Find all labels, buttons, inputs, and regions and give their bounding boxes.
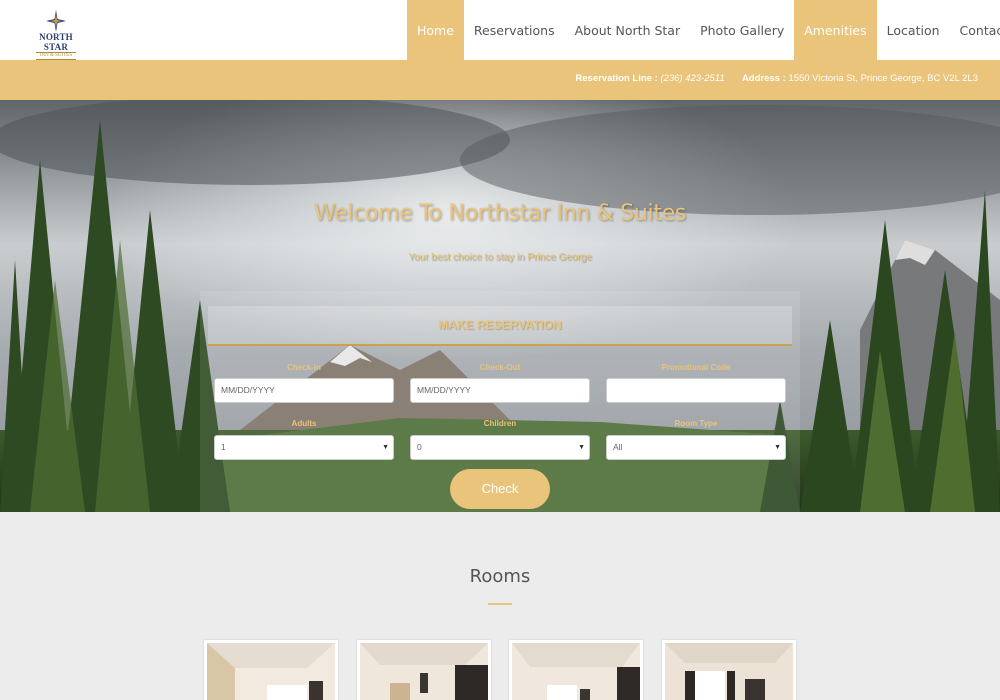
room-photo xyxy=(512,643,640,700)
room-card[interactable] xyxy=(357,640,491,700)
logo-subtitle: INN & SUITES xyxy=(36,52,76,60)
room-card[interactable] xyxy=(662,640,796,700)
rooms-heading: Rooms xyxy=(469,566,531,587)
reservation-form: MAKE RESERVATION Check-in Check-Out Prom… xyxy=(200,291,800,512)
adults-value: 1 xyxy=(221,442,226,452)
nav-reservations[interactable]: Reservations xyxy=(464,0,565,60)
checkin-date-input[interactable]: MM/DD/YYYY xyxy=(214,378,394,403)
caret-down-icon: ▼ xyxy=(774,444,781,451)
checkout-label: Check-Out xyxy=(479,363,521,372)
caret-down-icon: ▼ xyxy=(382,444,389,451)
room-photo xyxy=(360,643,488,700)
rooms-divider xyxy=(488,603,512,605)
nav-contact[interactable]: Contact Us xyxy=(950,0,1000,60)
hero-title: Welcome To Northstar Inn & Suites xyxy=(313,201,687,226)
contact-info-bar: Reservation Line : (236) 423-2511 Addres… xyxy=(0,60,1000,100)
children-value: 0 xyxy=(417,442,422,452)
hero-banner: Welcome To Northstar Inn & Suites Your b… xyxy=(0,100,1000,512)
logo-name: NORTH STAR xyxy=(39,32,73,52)
hero-subtitle: Your best choice to stay in Prince Georg… xyxy=(408,252,592,263)
site-logo[interactable]: NORTH STAR INN & SUITES xyxy=(30,10,82,60)
nav-photo-gallery[interactable]: Photo Gallery xyxy=(690,0,794,60)
children-label: Children xyxy=(483,419,517,428)
room-card[interactable] xyxy=(204,640,338,700)
adults-label: Adults xyxy=(291,419,317,428)
check-availability-button[interactable]: Check Availability xyxy=(450,469,550,509)
room-photo xyxy=(207,643,335,700)
adults-select[interactable]: 1 ▼ xyxy=(214,435,394,460)
header: NORTH STAR INN & SUITES Home Reservation… xyxy=(0,0,1000,60)
main-nav: Home Reservations About North Star Photo… xyxy=(407,0,1000,60)
caret-down-icon: ▼ xyxy=(578,444,585,451)
reservation-form-heading: MAKE RESERVATION xyxy=(208,306,792,346)
nav-about[interactable]: About North Star xyxy=(565,0,691,60)
room-type-value: All xyxy=(613,442,623,452)
promo-label: Promotional Code xyxy=(661,363,731,372)
compass-star-icon xyxy=(46,10,66,32)
address-label: Address : xyxy=(741,73,786,84)
nav-location[interactable]: Location xyxy=(877,0,950,60)
reservation-line-label: Reservation Line : xyxy=(575,73,658,84)
contact-info: Reservation Line : (236) 423-2511 Addres… xyxy=(575,73,978,84)
checkout-date-input[interactable]: MM/DD/YYYY xyxy=(410,378,590,403)
promo-code-input[interactable] xyxy=(606,378,786,403)
address-value: 1550 Victoria St, Prince George, BC V2L … xyxy=(788,73,978,84)
nav-amenities[interactable]: Amenities xyxy=(794,0,877,60)
checkin-label: Check-in xyxy=(287,363,321,372)
room-type-label: Room Type xyxy=(674,419,718,428)
children-select[interactable]: 0 ▼ xyxy=(410,435,590,460)
reservation-phone[interactable]: (236) 423-2511 xyxy=(660,73,724,84)
nav-home[interactable]: Home xyxy=(407,0,464,60)
room-type-select[interactable]: All ▼ xyxy=(606,435,786,460)
room-card[interactable] xyxy=(509,640,643,700)
room-photo xyxy=(665,643,793,700)
